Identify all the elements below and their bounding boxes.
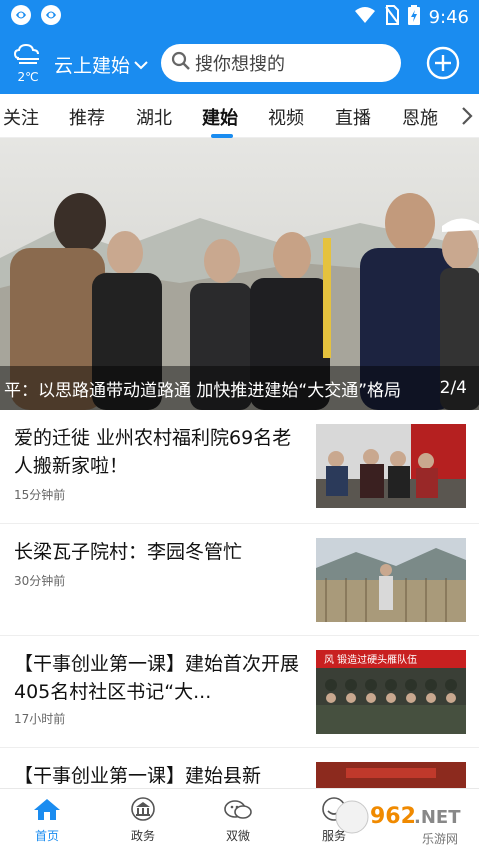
search-icon [171, 51, 191, 76]
tab-video[interactable]: 视频 [268, 104, 304, 130]
svg-text:乐游网: 乐游网 [422, 832, 458, 846]
news-thumbnail: 风 锻造过硬头雁队伍 [316, 650, 466, 734]
nav-label: 双微 [225, 829, 250, 843]
nav-home[interactable]: 首页 [17, 797, 77, 844]
news-time: 30分钟前 [14, 574, 66, 588]
news-title: 长梁瓦子院村：李园冬管忙 [14, 541, 243, 563]
home-icon [32, 797, 62, 824]
nav-government[interactable]: 政务 [113, 797, 173, 844]
thumbnail-banner-text: 风 锻造过硬头雁队伍 [324, 653, 417, 666]
news-item[interactable]: 长梁瓦子院村：李园冬管忙 30分钟前 [0, 524, 479, 636]
news-title: 爱的迁徙 业州农村福利院69名老人搬新家啦！ [14, 427, 292, 477]
app-notification-icon [40, 4, 62, 30]
tab-hubei[interactable]: 湖北 [136, 104, 172, 130]
weibo-wechat-icon [223, 797, 253, 824]
temperature: 2℃ [17, 70, 39, 84]
status-bar: 9:46 [0, 0, 479, 34]
news-title: 【干事创业第一课】建始县新 [14, 765, 262, 787]
svg-text:962: 962 [370, 804, 416, 829]
news-thumbnail [316, 538, 466, 622]
nav-label: 政务 [130, 829, 155, 843]
add-button[interactable] [426, 46, 460, 84]
search-input[interactable]: 搜你想搜的 [161, 44, 401, 82]
banner-carousel[interactable]: 平：以思路通带动道路通 加快推进建始“大交通”格局 2/4 [0, 138, 479, 410]
location-label: 云上建始 [54, 54, 131, 77]
news-thumbnail [316, 424, 466, 508]
chevron-down-icon [134, 53, 148, 75]
tab-enshi[interactable]: 恩施 [402, 104, 438, 130]
bottom-navigation: 首页 政务 双微 服务 962 .NET 乐游网 [0, 788, 479, 851]
chevron-right-icon[interactable] [461, 106, 473, 130]
tab-recommend[interactable]: 推荐 [69, 104, 105, 130]
weather-cloud-icon [13, 43, 43, 70]
banner-caption: 平：以思路通带动道路通 加快推进建始“大交通”格局 2/4 [0, 366, 479, 410]
news-time: 15分钟前 [14, 488, 66, 502]
app-header: 2℃ 云上建始 搜你想搜的 [0, 34, 479, 94]
news-time: 17小时前 [14, 712, 66, 726]
svg-text:.NET: .NET [414, 807, 461, 828]
wifi-icon [354, 6, 376, 29]
tab-live[interactable]: 直播 [335, 104, 371, 130]
tab-follow[interactable]: 关注 [3, 104, 39, 130]
battery-icon [407, 4, 420, 30]
banner-index: 2/4 [439, 378, 467, 398]
watermark-logo: 962 .NET 乐游网 [330, 795, 475, 847]
news-item[interactable]: 爱的迁徙 业州农村福利院69名老人搬新家啦！ 15分钟前 [0, 410, 479, 524]
banner-caption-text: 平：以思路通带动道路通 加快推进建始“大交通”格局 [4, 380, 402, 401]
tab-jianshi[interactable]: 建始 [202, 104, 238, 130]
no-sim-icon [384, 4, 399, 30]
news-item[interactable]: 【干事创业第一课】建始首次开展405名村社区书记“大... 17小时前 风 锻造… [0, 636, 479, 748]
news-thumbnail [316, 762, 466, 788]
government-building-icon [129, 797, 157, 824]
nav-weibo-wechat[interactable]: 双微 [208, 797, 268, 844]
weather-widget[interactable]: 2℃ [8, 43, 48, 84]
channel-tabs: 关注 推荐 湖北 建始 视频 直播 恩施 [0, 94, 479, 138]
news-item[interactable]: 【干事创业第一课】建始县新 [0, 748, 479, 788]
location-selector[interactable]: 云上建始 [54, 51, 148, 78]
search-placeholder: 搜你想搜的 [195, 54, 285, 75]
news-title: 【干事创业第一课】建始首次开展405名村社区书记“大... [14, 653, 300, 703]
nav-label: 首页 [34, 829, 59, 843]
app-notification-icon [10, 4, 32, 30]
clock: 9:46 [428, 6, 469, 28]
